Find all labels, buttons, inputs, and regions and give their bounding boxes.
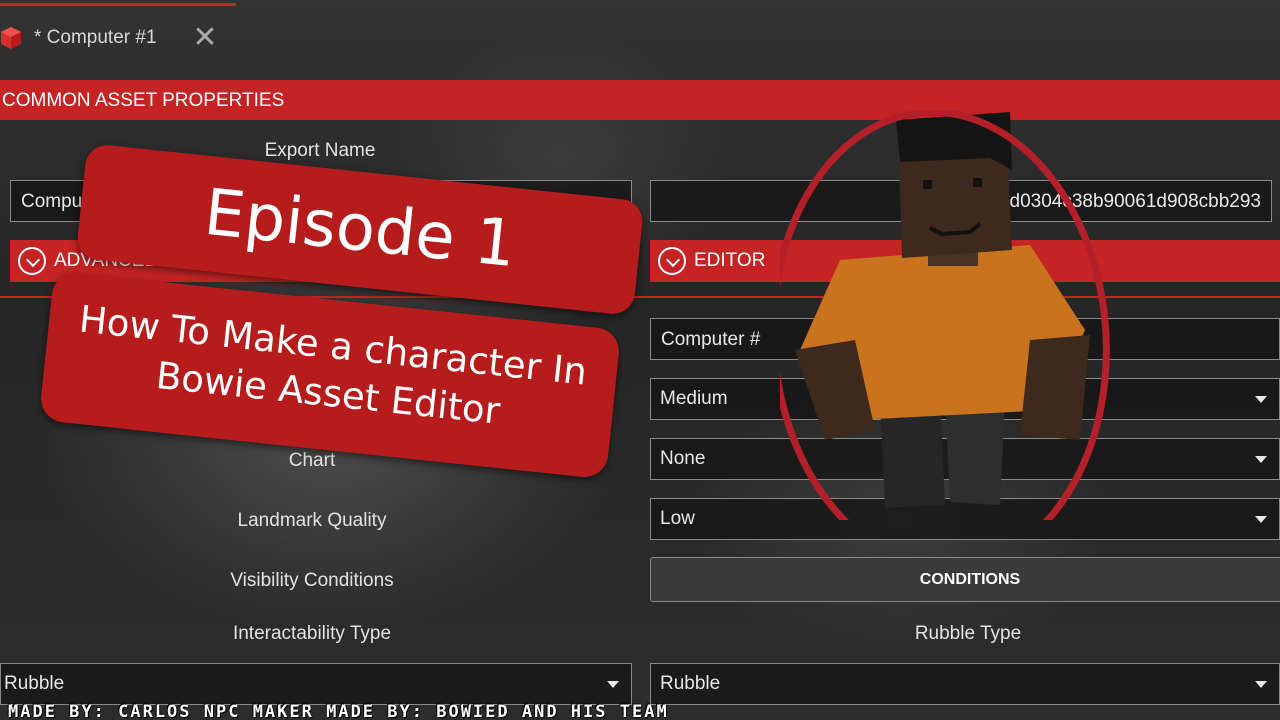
close-icon[interactable]: ✕	[190, 23, 220, 54]
active-tab-indicator	[0, 3, 236, 6]
chevron-down-icon	[18, 247, 46, 275]
chevron-down-icon	[658, 247, 686, 275]
episode-title: Episode 1	[200, 175, 520, 283]
visibility-conditions-label: Visibility Conditions	[230, 570, 394, 591]
interactability-type-value: Rubble	[4, 673, 65, 694]
chevron-down-icon	[607, 681, 619, 688]
tab-title[interactable]: * Computer #1	[34, 27, 157, 49]
chevron-down-icon	[1255, 681, 1267, 688]
size-value: Medium	[660, 388, 728, 409]
red-cube-icon	[1, 27, 21, 49]
interactability-type-label: Interactability Type	[232, 623, 392, 644]
npc-character-illustration	[780, 110, 1110, 520]
chart-value: None	[660, 448, 706, 469]
landmark-quality-label: Landmark Quality	[237, 510, 387, 531]
credits-text: MADE BY: CARLOS NPC MAKER MADE BY: BOWIE…	[8, 702, 669, 720]
chevron-down-icon	[1255, 456, 1267, 463]
interactability-type-dropdown[interactable]: Rubble	[0, 663, 632, 705]
title-bar: * Computer #1 ✕	[0, 0, 1280, 78]
rubble-type-label: Rubble Type	[914, 623, 1022, 644]
chevron-down-icon	[1255, 396, 1267, 403]
conditions-button[interactable]: CONDITIONS	[650, 557, 1280, 602]
landmark-quality-value: Low	[660, 508, 695, 529]
chevron-down-icon	[1255, 516, 1267, 523]
editor-expander-label: EDITOR	[694, 250, 766, 271]
rubble-type-value: Rubble	[660, 673, 721, 694]
rubble-type-dropdown[interactable]: Rubble	[650, 663, 1280, 705]
